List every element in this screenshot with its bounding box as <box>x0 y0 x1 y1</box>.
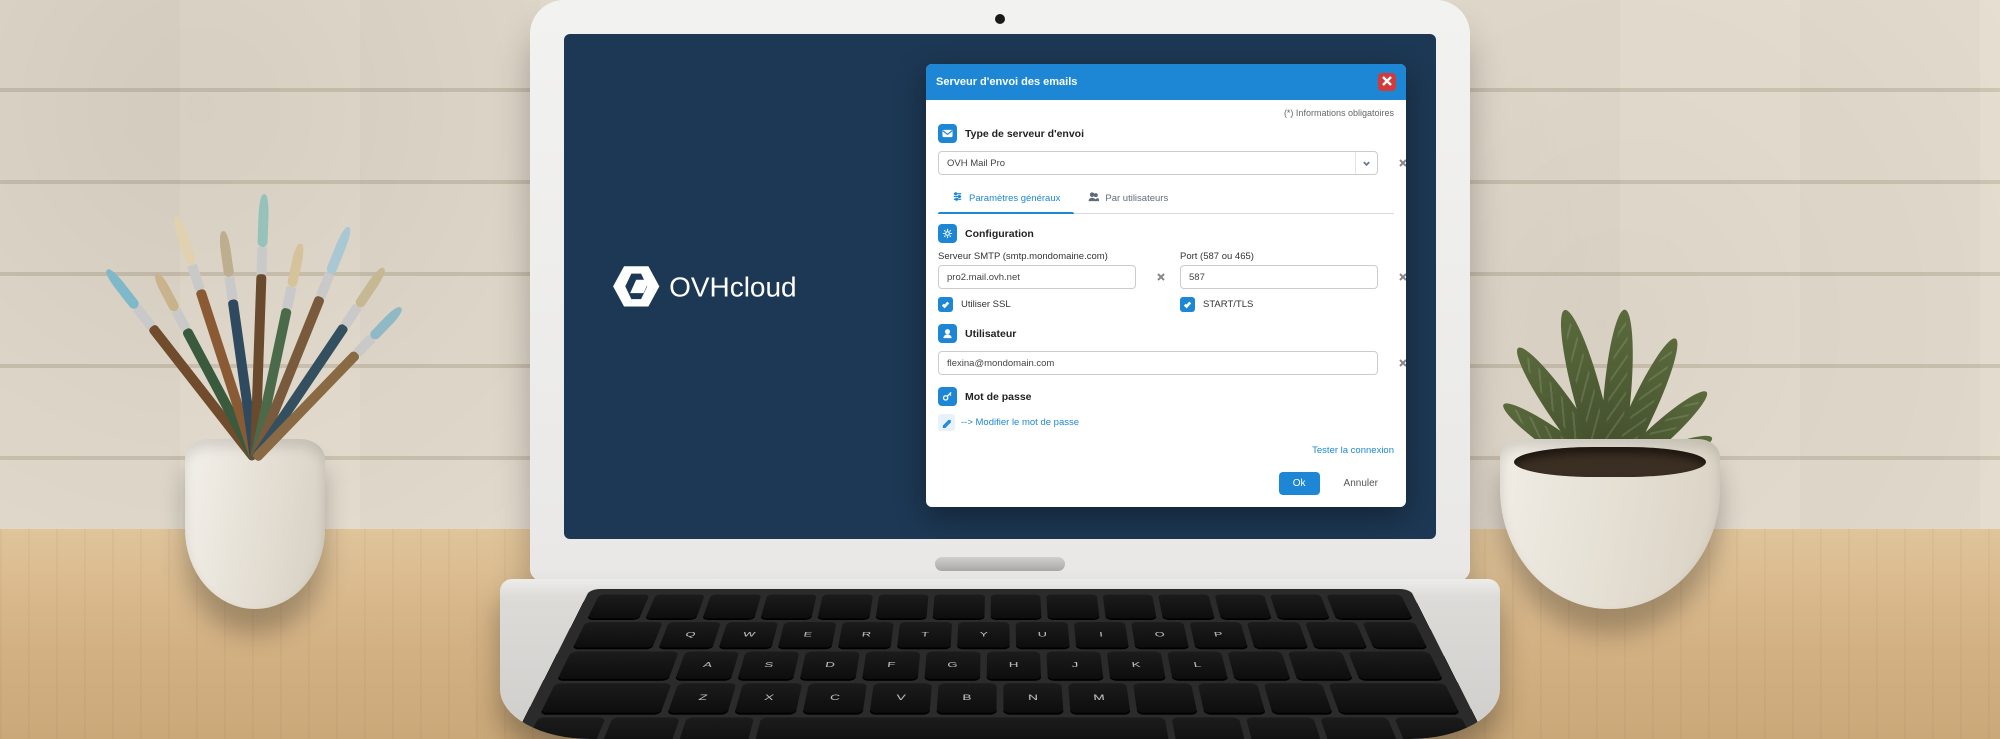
email-server-dialog: Serveur d'envoi des emails (*) Informati… <box>926 64 1406 507</box>
dialog-header: Serveur d'envoi des emails <box>926 64 1406 100</box>
laptop-keyboard: QWERTYUIOP ASDFGHJKL ZXCVBNM <box>500 579 1500 739</box>
section-header-password: Mot de passe <box>938 387 1394 406</box>
users-icon <box>1088 191 1099 205</box>
clear-smtp-button[interactable] <box>1156 272 1166 282</box>
user-icon <box>938 324 957 343</box>
starttls-label: START/TLS <box>1203 299 1253 310</box>
tabs: Paramètres généraux Par utilisateurs <box>938 185 1394 214</box>
section-header-user: Utilisateur <box>938 324 1394 343</box>
smtp-input[interactable] <box>938 265 1136 289</box>
clear-server-type-button[interactable] <box>1398 158 1406 168</box>
user-input[interactable] <box>938 351 1378 375</box>
clear-port-button[interactable] <box>1398 272 1406 282</box>
use-ssl-label: Utiliser SSL <box>961 299 1011 310</box>
section-title-server-type: Type de serveur d'envoi <box>965 128 1084 140</box>
sliders-icon <box>952 191 963 205</box>
section-title-config: Configuration <box>965 228 1034 240</box>
clear-user-button[interactable] <box>1398 358 1406 368</box>
server-type-select[interactable] <box>938 151 1378 175</box>
dialog-footer: Ok Annuler <box>926 462 1406 507</box>
cancel-button[interactable]: Annuler <box>1330 472 1392 495</box>
edit-password-link[interactable]: --> Modifier le mot de passe <box>938 414 1079 431</box>
tab-per-user-label: Par utilisateurs <box>1105 193 1168 204</box>
edit-icon <box>938 414 955 431</box>
laptop: OVHcloud Serveur d'envoi des emails <box>530 0 1470 739</box>
test-connection-link[interactable]: Tester la connexion <box>1312 445 1394 456</box>
edit-password-label: --> Modifier le mot de passe <box>961 417 1079 428</box>
section-header-config: Configuration <box>938 224 1394 243</box>
key-icon <box>938 387 957 406</box>
gear-icon <box>938 224 957 243</box>
close-button[interactable] <box>1378 73 1396 91</box>
tab-general[interactable]: Paramètres généraux <box>938 185 1074 213</box>
ovhcloud-logo: OVHcloud <box>564 34 930 539</box>
plant-decor <box>1480 439 1740 609</box>
smtp-label: Serveur SMTP (smtp.mondomaine.com) <box>938 251 1152 262</box>
tab-per-user[interactable]: Par utilisateurs <box>1074 185 1182 213</box>
port-input[interactable] <box>1180 265 1378 289</box>
brush-cup-decor <box>170 439 340 609</box>
svg-text:OVHcloud: OVHcloud <box>669 272 797 303</box>
dialog-title: Serveur d'envoi des emails <box>936 76 1077 88</box>
tab-general-label: Paramètres généraux <box>969 193 1060 204</box>
section-header-server-type: Type de serveur d'envoi <box>938 124 1394 143</box>
section-title-user: Utilisateur <box>965 328 1016 340</box>
required-note: (*) Informations obligatoires <box>938 108 1394 118</box>
use-ssl-checkbox[interactable] <box>938 297 953 312</box>
section-title-password: Mot de passe <box>965 391 1032 403</box>
envelope-icon <box>938 124 957 143</box>
starttls-checkbox[interactable] <box>1180 297 1195 312</box>
port-label: Port (587 ou 465) <box>1180 251 1394 262</box>
ok-button[interactable]: Ok <box>1279 472 1320 495</box>
close-icon <box>1382 76 1392 89</box>
